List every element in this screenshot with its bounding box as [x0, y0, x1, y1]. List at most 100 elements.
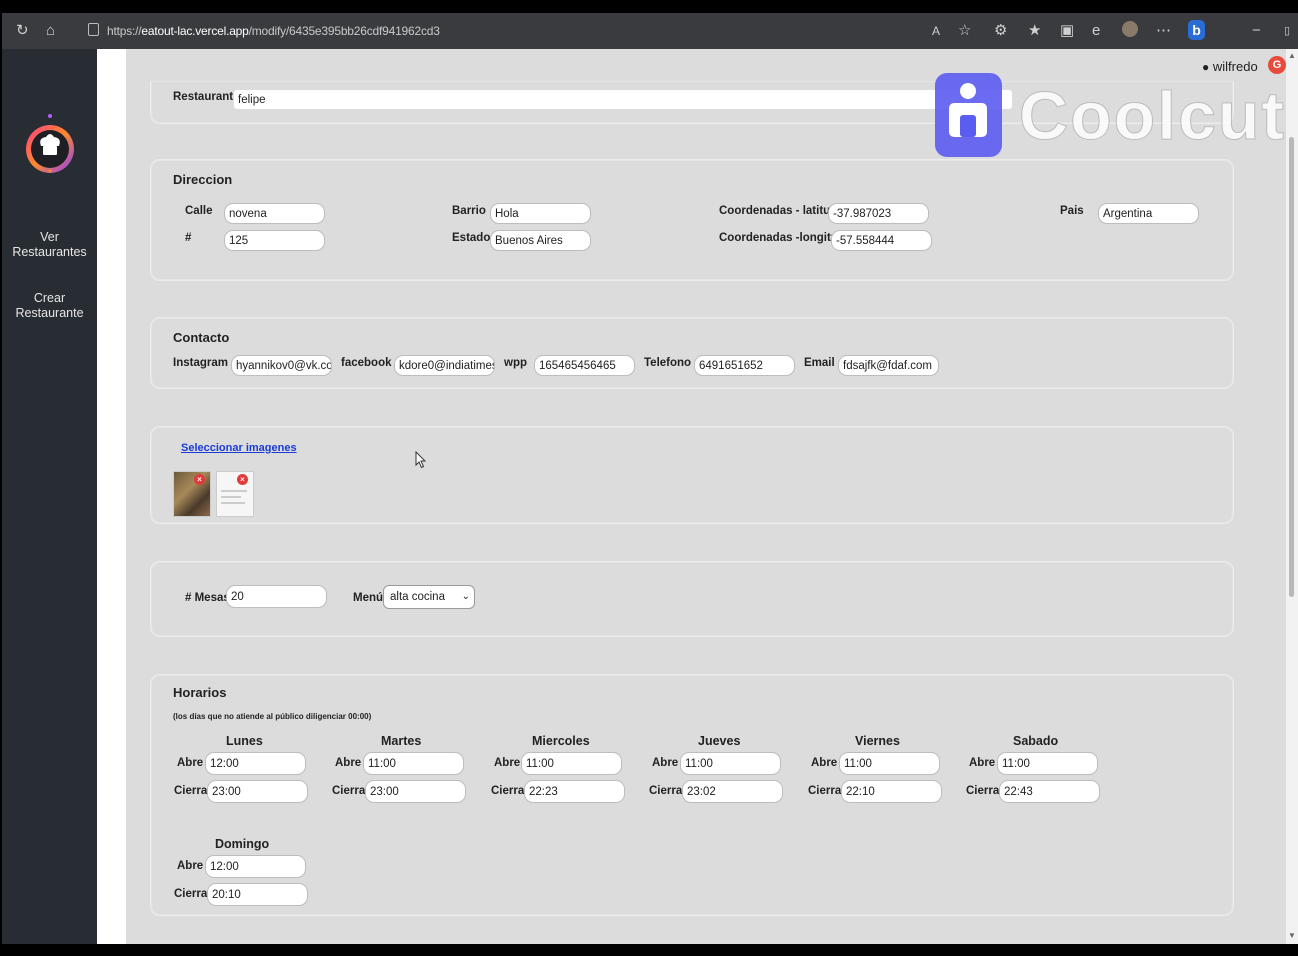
abre-label: Abre — [494, 757, 521, 769]
numero-input[interactable]: 125 — [224, 230, 325, 251]
lunes-abre-input[interactable]: 12:00 — [205, 752, 306, 775]
instagram-input[interactable]: hyannikov0@vk.com — [231, 355, 332, 376]
numero-label: # — [185, 232, 192, 244]
abre-label: Abre — [177, 757, 204, 769]
miercoles-abre-input[interactable]: 11:00 — [521, 752, 622, 775]
user-menu[interactable]: ● wilfredo — [1202, 59, 1258, 74]
browser-toolbar: ↻ ⌂ https://eatout-lac.vercel.app/modify… — [2, 13, 1298, 49]
remove-image-icon[interactable]: × — [237, 474, 248, 485]
horarios-heading: Horarios — [173, 685, 227, 700]
direccion-heading: Direccion — [173, 172, 233, 187]
miercoles-cierra-input[interactable]: 22:23 — [524, 780, 625, 803]
extensions-icon[interactable]: ☆ — [958, 22, 971, 40]
scrollbar-thumb[interactable] — [1289, 137, 1294, 597]
domingo-cierra-input[interactable]: 20:10 — [207, 883, 308, 906]
barrio-input[interactable]: Hola — [490, 203, 591, 224]
favorites-icon[interactable]: ★ — [1028, 22, 1041, 40]
image-thumbnail: × — [216, 471, 254, 517]
mesas-card: # Mesas 20 Menú alta cocina ⌄ — [150, 561, 1234, 637]
abre-label: Abre — [335, 757, 362, 769]
estado-label: Estado — [452, 232, 491, 244]
cierra-label: Cierra — [966, 785, 1000, 797]
menu-select[interactable]: alta cocina ⌄ — [383, 585, 475, 609]
page-gutter — [97, 49, 126, 944]
restaurante-input[interactable]: felipe — [233, 89, 1013, 110]
longitud-label: Coordenadas -longitud — [719, 232, 845, 244]
longitud-input[interactable]: -57.558444 — [831, 230, 932, 251]
restaurante-label: Restaurante — [173, 91, 240, 103]
page-scrollbar[interactable]: ▲ ▼ — [1286, 49, 1298, 944]
lock-icon[interactable] — [88, 23, 99, 36]
pais-input[interactable]: Argentina — [1098, 203, 1199, 224]
imagenes-card: Seleccionar imagenes × × — [150, 426, 1234, 524]
collections-icon[interactable]: ▣ — [1060, 22, 1074, 40]
address-bar[interactable]: https://eatout-lac.vercel.app/modify/643… — [107, 24, 440, 38]
sabado-abre-input[interactable]: 11:00 — [997, 752, 1098, 775]
day-label-viernes: Viernes — [855, 734, 900, 748]
refresh-icon[interactable]: ↻ — [16, 22, 29, 40]
sidebar-item-label: Restaurante — [15, 306, 84, 320]
mesas-input[interactable]: 20 — [226, 585, 327, 608]
domingo-abre-input[interactable]: 12:00 — [205, 855, 306, 878]
image-thumbnail: × — [173, 471, 211, 517]
day-label-lunes: Lunes — [226, 734, 263, 748]
main-content: Restaurante felipe Direccion Calle noven… — [126, 49, 1286, 944]
puzzle-icon[interactable]: ⚙ — [994, 22, 1007, 40]
instagram-label: Instagram — [173, 357, 228, 369]
chevron-down-icon: ⌄ — [461, 591, 470, 602]
abre-label: Abre — [969, 757, 996, 769]
lunes-cierra-input[interactable]: 23:00 — [207, 780, 308, 803]
martes-cierra-input[interactable]: 23:00 — [365, 780, 466, 803]
sidebar-item-ver-restaurantes[interactable]: Ver Restaurantes — [2, 230, 97, 260]
day-label-martes: Martes — [381, 734, 422, 748]
estado-input[interactable]: Buenos Aires — [490, 230, 591, 251]
day-label-jueves: Jueves — [698, 734, 741, 748]
read-aloud-icon[interactable]: A — [932, 22, 940, 40]
barrio-label: Barrio — [452, 205, 486, 217]
bing-icon[interactable]: b — [1188, 20, 1205, 40]
martes-abre-input[interactable]: 11:00 — [363, 752, 464, 775]
bottom-black-bar — [0, 944, 1298, 956]
scroll-up-icon[interactable]: ▲ — [1288, 51, 1296, 60]
more-icon[interactable]: ⋯ — [1156, 22, 1171, 40]
mouse-cursor-icon — [415, 451, 427, 469]
sidebar-item-label: Restaurantes — [12, 245, 87, 259]
telefono-label: Telefono — [644, 357, 692, 369]
menu-selected-value: alta cocina — [390, 591, 445, 603]
contacto-card: Contacto Instagram hyannikov0@vk.com fac… — [150, 317, 1234, 389]
remove-image-icon[interactable]: × — [194, 474, 205, 485]
minimize-icon[interactable]: − — [1252, 22, 1261, 40]
latitud-input[interactable]: -37.987023 — [828, 203, 929, 224]
edge-icon[interactable]: e — [1092, 22, 1100, 40]
grammarly-icon[interactable]: G — [1268, 56, 1286, 74]
email-input[interactable]: fdsajfk@fdaf.com — [838, 355, 939, 376]
cierra-label: Cierra — [649, 785, 683, 797]
horarios-note: (los días que no atiende al público dili… — [173, 712, 372, 721]
scroll-down-icon[interactable]: ▼ — [1288, 931, 1296, 940]
profile-avatar[interactable] — [1122, 21, 1138, 37]
contacto-heading: Contacto — [173, 330, 230, 345]
facebook-input[interactable]: kdore0@indiatimes.c — [394, 355, 495, 376]
telefono-input[interactable]: 6491651652 — [694, 355, 795, 376]
seleccionar-imagenes-link[interactable]: Seleccionar imagenes — [181, 442, 297, 454]
calle-label: Calle — [185, 205, 213, 217]
home-icon[interactable]: ⌂ — [46, 22, 55, 40]
user-name: wilfredo — [1212, 59, 1258, 74]
calle-input[interactable]: novena — [224, 203, 325, 224]
wpp-input[interactable]: 165465456465 — [534, 355, 635, 376]
horarios-card: Horarios (los días que no atiende al púb… — [150, 674, 1234, 916]
sidebar-item-label: Ver — [40, 230, 59, 244]
coolcut-text: Coolcut — [1018, 78, 1287, 155]
cierra-label: Cierra — [174, 888, 208, 900]
direccion-card: Direccion Calle novena # 125 Barrio Hola… — [150, 159, 1234, 281]
sabado-cierra-input[interactable]: 22:43 — [999, 780, 1100, 803]
day-label-domingo: Domingo — [215, 837, 270, 851]
url-host: eatout-lac.vercel.app — [141, 24, 249, 38]
cierra-label: Cierra — [332, 785, 366, 797]
restore-icon[interactable]: ▯ — [1284, 22, 1290, 40]
sidebar-item-crear-restaurante[interactable]: Crear Restaurante — [2, 291, 97, 321]
viernes-abre-input[interactable]: 11:00 — [839, 752, 940, 775]
jueves-cierra-input[interactable]: 23:02 — [682, 780, 783, 803]
jueves-abre-input[interactable]: 11:00 — [680, 752, 781, 775]
viernes-cierra-input[interactable]: 22:10 — [841, 780, 942, 803]
